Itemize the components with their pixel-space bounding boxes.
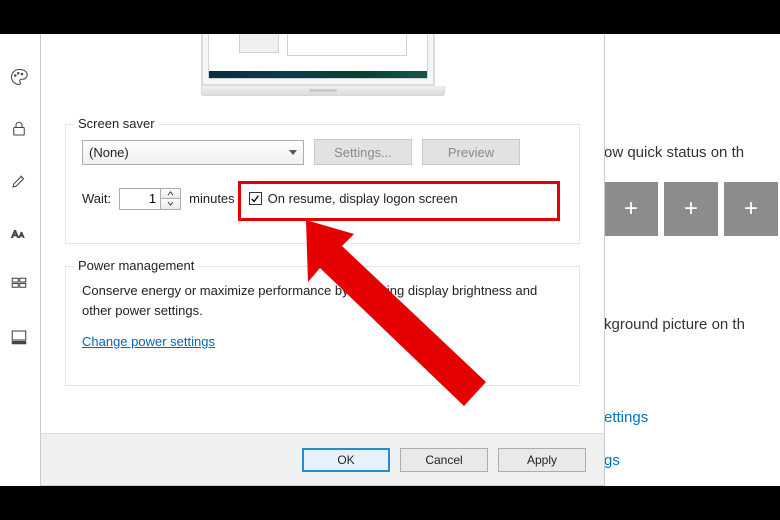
font-icon[interactable]: AA (10, 224, 28, 242)
letterbox-top (0, 0, 780, 34)
screensaver-select-value: (None) (89, 145, 129, 160)
start-icon[interactable] (10, 276, 28, 294)
taskbar-icon[interactable] (10, 328, 28, 346)
wait-increment[interactable] (161, 189, 180, 199)
lockscreen-settings-partial: ow quick status on th + + + kground pict… (604, 34, 780, 486)
resume-logon-option[interactable]: On resume, display logon screen (243, 187, 464, 210)
svg-text:A: A (12, 229, 19, 241)
screensaver-dialog: Screen saver (None) Settings... Preview … (40, 34, 605, 486)
dialog-footer: OK Cancel Apply (41, 433, 604, 485)
wait-label: Wait: (82, 191, 111, 206)
letterbox-bottom (0, 486, 780, 520)
wait-decrement[interactable] (161, 198, 180, 209)
minutes-label: minutes (189, 191, 235, 206)
quick-status-label: ow quick status on th (604, 144, 744, 161)
ok-button[interactable]: OK (302, 448, 390, 472)
timeout-settings-link-partial[interactable]: ettings (604, 409, 648, 426)
add-tile-2[interactable]: + (664, 182, 718, 236)
svg-text:A: A (19, 231, 24, 240)
power-legend: Power management (74, 258, 198, 273)
monitor-preview (201, 34, 445, 96)
change-power-settings-link[interactable]: Change power settings (82, 334, 215, 349)
personalization-nav: AA (0, 34, 38, 486)
apply-button[interactable]: Apply (498, 448, 586, 472)
wait-spinner[interactable] (119, 188, 181, 210)
power-description: Conserve energy or maximize performance … (82, 281, 563, 320)
background-picture-label: kground picture on th (604, 316, 745, 333)
resume-logon-label: On resume, display logon screen (268, 191, 458, 206)
cancel-button[interactable]: Cancel (400, 448, 488, 472)
screensaver-settings-button: Settings... (314, 139, 412, 165)
viewport: AA ow quick status on th + + + kground p… (0, 34, 780, 486)
quick-status-tiles: + + + (604, 182, 778, 236)
lock-icon[interactable] (10, 120, 28, 138)
screensaver-legend: Screen saver (74, 116, 159, 131)
screensaver-select[interactable]: (None) (82, 140, 304, 165)
screensaver-preview-button: Preview (422, 139, 520, 165)
power-group: Power management Conserve energy or maxi… (65, 266, 580, 386)
brush-icon[interactable] (10, 172, 28, 190)
add-tile-1[interactable]: + (604, 182, 658, 236)
screensaver-settings-link-partial[interactable]: gs (604, 452, 620, 469)
wait-input[interactable] (120, 189, 160, 209)
screensaver-group: Screen saver (None) Settings... Preview … (65, 124, 580, 244)
palette-icon[interactable] (10, 68, 28, 86)
resume-logon-checkbox[interactable] (249, 192, 262, 205)
add-tile-3[interactable]: + (724, 182, 778, 236)
